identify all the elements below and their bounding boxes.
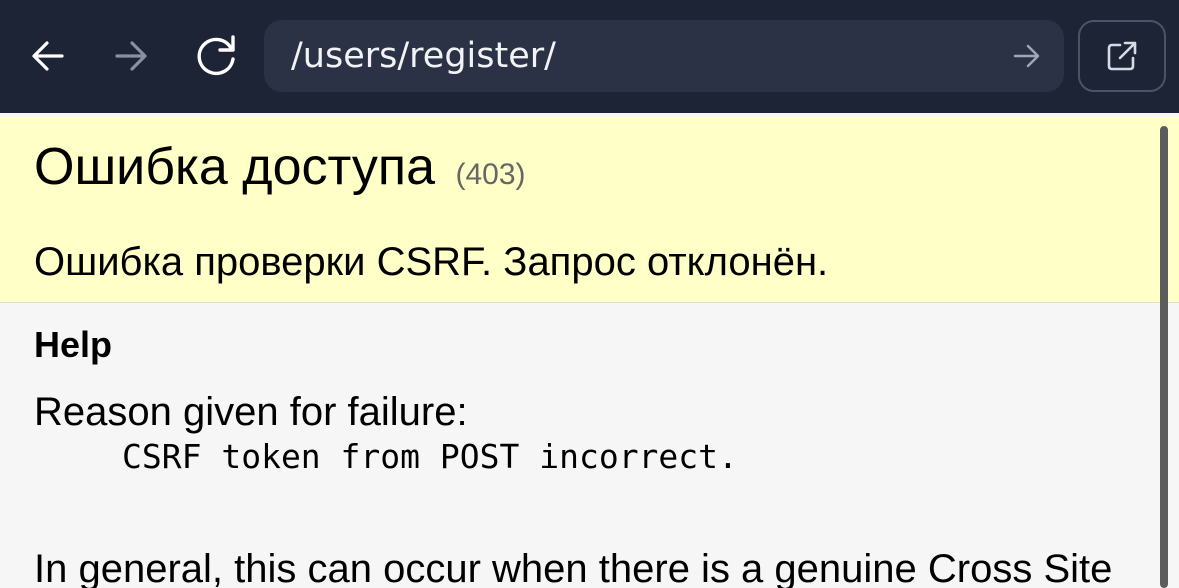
- page-title-text: Ошибка доступа: [34, 138, 435, 196]
- forward-button[interactable]: [107, 26, 155, 86]
- browser-toolbar: /users/register/: [0, 0, 1179, 113]
- arrow-left-icon: [32, 41, 64, 71]
- reason-label: Reason given for failure:: [34, 390, 468, 434]
- page-scrollbar[interactable]: [1160, 126, 1168, 588]
- reload-icon: [197, 35, 235, 76]
- failure-reason: CSRF token from POST incorrect.: [122, 437, 738, 476]
- address-bar[interactable]: /users/register/: [264, 20, 1064, 92]
- page-title: Ошибка доступа (403): [34, 139, 526, 203]
- error-summary: Ошибка доступа (403) Ошибка проверки CSR…: [0, 117, 1179, 303]
- error-message: Ошибка проверки CSRF. Запрос отклонён.: [34, 240, 829, 284]
- status-code: (403): [455, 158, 526, 191]
- page-content: Ошибка доступа (403) Ошибка проверки CSR…: [0, 117, 1179, 588]
- url-text[interactable]: /users/register/: [291, 20, 556, 92]
- go-arrow-icon[interactable]: [1012, 42, 1042, 70]
- reload-button[interactable]: [193, 26, 241, 86]
- arrow-right-icon: [115, 41, 147, 71]
- open-external-button[interactable]: [1078, 20, 1166, 92]
- help-heading: Help: [34, 324, 113, 365]
- open-external-icon: [1107, 41, 1137, 71]
- help-paragraph: In general, this can occur when there is…: [34, 547, 1113, 588]
- back-button[interactable]: [24, 26, 72, 86]
